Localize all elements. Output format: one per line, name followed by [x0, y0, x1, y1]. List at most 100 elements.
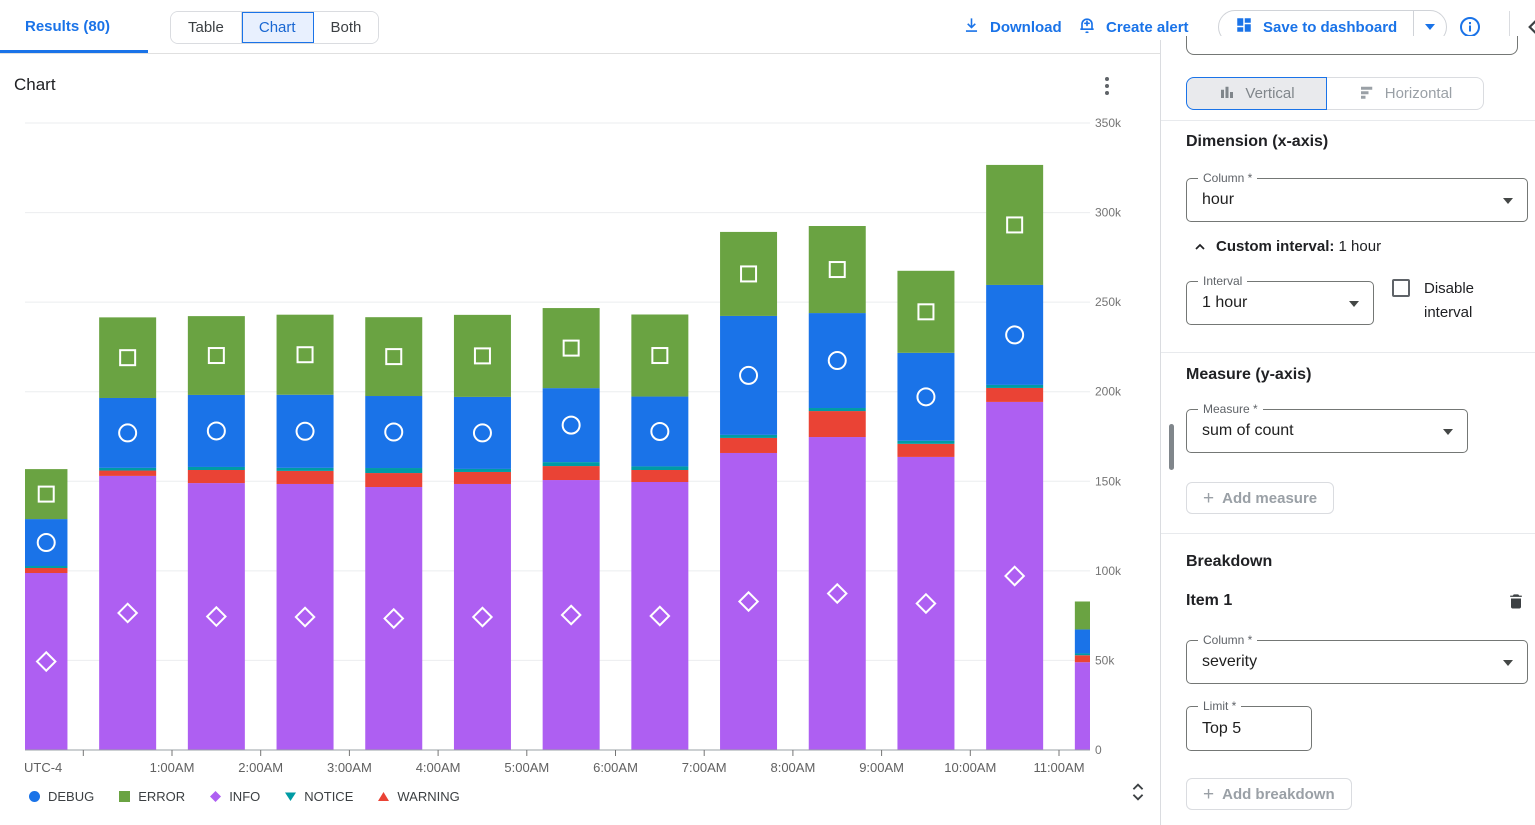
bar-segment-warning[interactable]	[543, 466, 600, 480]
horizontal-orientation-button[interactable]: Horizontal	[1327, 77, 1484, 110]
bar-segment-warning[interactable]	[25, 568, 67, 573]
add-breakdown-button[interactable]: + Add breakdown	[1186, 778, 1352, 810]
bar-segment-warning[interactable]	[720, 438, 777, 453]
add-measure-button[interactable]: + Add measure	[1186, 482, 1334, 514]
view-toggle-chart[interactable]: Chart	[242, 12, 314, 43]
legend-item-debug[interactable]: DEBUG	[28, 789, 94, 804]
bar-segment-warning[interactable]	[188, 470, 245, 483]
collapse-panel-icon[interactable]	[1521, 14, 1535, 40]
dimension-heading: Dimension (x-axis)	[1186, 133, 1328, 151]
add-breakdown-label: Add breakdown	[1222, 786, 1335, 803]
bar-segment-info[interactable]	[720, 453, 777, 750]
bar-segment-info[interactable]	[1075, 662, 1090, 750]
unfold-more-icon[interactable]	[1127, 780, 1149, 809]
sidebar-scrollbar[interactable]	[1169, 424, 1174, 470]
bar-segment-warning[interactable]	[809, 411, 866, 437]
bar-segment-info[interactable]	[188, 483, 245, 750]
legend-item-notice[interactable]: NOTICE	[284, 789, 353, 804]
bar-segment-debug[interactable]	[809, 313, 866, 408]
breakdown-column-select[interactable]: Column * severity	[1186, 640, 1528, 684]
bar-segment-debug[interactable]	[277, 395, 334, 468]
bar-segment-error[interactable]	[543, 308, 600, 388]
orientation-toggle: Vertical Horizontal	[1186, 77, 1484, 110]
results-tab[interactable]: Results (80)	[25, 0, 110, 53]
bar-segment-error[interactable]	[631, 315, 688, 397]
bar-segment-info[interactable]	[25, 573, 67, 750]
bar-segment-debug[interactable]	[897, 353, 954, 441]
bar-segment-error[interactable]	[1075, 601, 1090, 629]
bar-segment-notice[interactable]	[543, 462, 600, 466]
bar-segment-notice[interactable]	[188, 467, 245, 470]
vertical-orientation-button[interactable]: Vertical	[1186, 77, 1327, 110]
bar-segment-notice[interactable]	[809, 408, 866, 411]
bar-segment-debug[interactable]	[99, 398, 156, 468]
bar-segment-warning[interactable]	[99, 471, 156, 476]
bar-segment-info[interactable]	[454, 484, 511, 750]
bar-segment-notice[interactable]	[99, 468, 156, 471]
bar-segment-notice[interactable]	[1075, 653, 1090, 655]
circle-legend-icon	[28, 790, 41, 803]
bar-segment-notice[interactable]	[365, 468, 422, 473]
x-axis-tick-label: 5:00AM	[504, 760, 549, 775]
bar-segment-warning[interactable]	[897, 444, 954, 457]
bar-segment-info[interactable]	[365, 487, 422, 750]
measure-select[interactable]: Measure * sum of count	[1186, 409, 1468, 453]
view-toggle-table[interactable]: Table	[171, 12, 242, 43]
bar-segment-debug[interactable]	[986, 285, 1043, 385]
disable-interval-label: Disable interval	[1424, 277, 1504, 325]
bar-segment-error[interactable]	[809, 226, 866, 313]
save-dropdown-button[interactable]	[1414, 24, 1446, 30]
legend-item-error[interactable]: ERROR	[118, 789, 185, 804]
bar-segment-error[interactable]	[277, 315, 334, 395]
bar-segment-error[interactable]	[720, 232, 777, 316]
bar-segment-info[interactable]	[543, 480, 600, 750]
bar-segment-info[interactable]	[897, 457, 954, 750]
legend-item-info[interactable]: INFO	[209, 789, 260, 804]
bar-segment-error[interactable]	[25, 469, 67, 519]
dimension-column-select[interactable]: Column * hour	[1186, 178, 1528, 222]
bar-segment-debug[interactable]	[188, 395, 245, 467]
custom-interval-toggle[interactable]: Custom interval: 1 hour	[1192, 238, 1381, 255]
bar-segment-notice[interactable]	[277, 468, 334, 471]
disable-interval-checkbox[interactable]	[1392, 279, 1410, 297]
interval-select[interactable]: Interval 1 hour	[1186, 281, 1374, 325]
bar-segment-debug[interactable]	[454, 397, 511, 469]
bar-segment-notice[interactable]	[720, 435, 777, 438]
bar-segment-info[interactable]	[277, 484, 334, 750]
bar-segment-warning[interactable]	[986, 388, 1043, 402]
bar-segment-notice[interactable]	[454, 469, 511, 472]
bar-segment-warning[interactable]	[631, 470, 688, 482]
bar-segment-notice[interactable]	[25, 566, 67, 568]
bar-segment-debug[interactable]	[631, 397, 688, 467]
bar-segment-info[interactable]	[631, 482, 688, 750]
bar-segment-info[interactable]	[986, 402, 1043, 750]
bar-segment-notice[interactable]	[631, 466, 688, 470]
bar-segment-error[interactable]	[454, 315, 511, 397]
bar-segment-warning[interactable]	[1075, 655, 1090, 662]
bar-segment-debug[interactable]	[25, 519, 67, 566]
bar-segment-debug[interactable]	[543, 388, 600, 462]
bar-segment-info[interactable]	[809, 437, 866, 750]
bar-segment-debug[interactable]	[365, 396, 422, 468]
bar-segment-notice[interactable]	[986, 385, 1043, 388]
save-to-dashboard-button[interactable]: Save to dashboard	[1219, 16, 1413, 38]
delete-breakdown-icon[interactable]	[1506, 590, 1528, 612]
bar-segment-info[interactable]	[99, 476, 156, 750]
bar-segment-warning[interactable]	[454, 472, 511, 484]
bar-segment-error[interactable]	[188, 316, 245, 395]
bar-segment-debug[interactable]	[1075, 629, 1090, 653]
download-button[interactable]: Download	[962, 13, 1062, 41]
breakdown-limit-input[interactable]: Limit * Top 5	[1186, 706, 1312, 751]
legend-item-warning[interactable]: WARNING	[377, 789, 459, 804]
bar-segment-debug[interactable]	[720, 316, 777, 435]
bar-segment-warning[interactable]	[277, 471, 334, 484]
bar-segment-error[interactable]	[99, 317, 156, 398]
bar-segment-notice[interactable]	[897, 441, 954, 444]
bar-segment-error[interactable]	[897, 271, 954, 353]
create-alert-button[interactable]: Create alert	[1077, 13, 1189, 41]
bar-segment-error[interactable]	[986, 165, 1043, 285]
bar-segment-warning[interactable]	[365, 473, 422, 487]
view-toggle-both[interactable]: Both	[314, 12, 379, 43]
scrolled-field-partial	[1186, 36, 1518, 55]
bar-segment-error[interactable]	[365, 317, 422, 396]
